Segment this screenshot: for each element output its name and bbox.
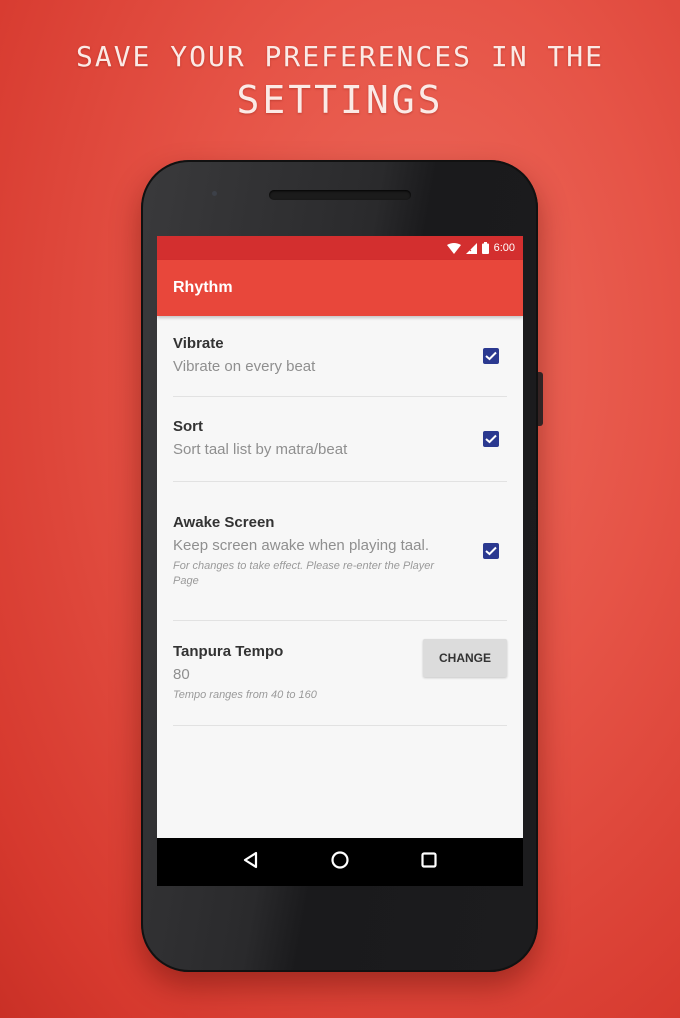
pref-sort-text: Sort Sort taal list by matra/beat — [173, 418, 483, 461]
pref-summary: Sort taal list by matra/beat — [173, 440, 348, 458]
tempo-value: 80 — [173, 666, 190, 683]
earpiece-speaker — [269, 190, 411, 200]
wifi-icon — [446, 242, 461, 254]
phone-screen: 6:00 Rhythm Vibrate Vibrate on every bea… — [157, 236, 523, 886]
home-button[interactable] — [330, 850, 350, 875]
settings-list: Vibrate Vibrate on every beat Sort Sort … — [157, 316, 523, 726]
headline-line-1: SAVE YOUR PREFERENCES IN THE — [75, 40, 604, 73]
cell-signal-icon — [465, 242, 477, 254]
headline-line-2: SETTINGS — [236, 78, 444, 122]
back-button[interactable] — [242, 851, 260, 874]
pref-tempo-text: Tanpura Tempo 80 Tempo ranges from 40 to… — [173, 643, 423, 703]
battery-icon — [481, 242, 489, 254]
check-icon — [485, 434, 497, 444]
front-camera — [212, 191, 217, 196]
pref-vibrate-text: Vibrate Vibrate on every beat — [173, 335, 483, 378]
back-icon — [243, 851, 258, 868]
pref-sort[interactable]: Sort Sort taal list by matra/beat — [173, 397, 507, 482]
pref-summary: Keep screen awake when playing taal. — [173, 536, 429, 554]
app-title: Rhythm — [173, 279, 233, 296]
status-time: 6:00 — [493, 242, 515, 254]
pref-title: Sort — [173, 417, 203, 435]
app-bar: Rhythm — [157, 260, 523, 316]
nav-bar — [157, 838, 523, 886]
pref-title: Awake Screen — [173, 513, 275, 531]
check-icon — [485, 351, 497, 361]
pref-summary: Vibrate on every beat — [173, 357, 316, 375]
tempo-note: Tempo ranges from 40 to 160 — [173, 689, 317, 701]
vibrate-checkbox[interactable] — [483, 348, 499, 364]
promo-headline: SAVE YOUR PREFERENCES IN THE SETTINGS — [0, 38, 680, 124]
change-tempo-button[interactable]: CHANGE — [423, 639, 507, 677]
sort-checkbox[interactable] — [483, 431, 499, 447]
phone-frame: 6:00 Rhythm Vibrate Vibrate on every bea… — [141, 160, 538, 972]
pref-note: For changes to take effect. Please re-en… — [173, 559, 435, 587]
recents-button[interactable] — [420, 851, 438, 874]
pref-title: Tanpura Tempo — [173, 643, 284, 660]
pref-awake-text: Awake Screen Keep screen awake when play… — [173, 514, 483, 589]
awake-screen-checkbox[interactable] — [483, 543, 499, 559]
home-icon — [331, 850, 349, 869]
pref-vibrate[interactable]: Vibrate Vibrate on every beat — [173, 316, 507, 397]
status-bar: 6:00 — [157, 236, 523, 260]
recents-icon — [421, 851, 437, 868]
pref-awake-screen[interactable]: Awake Screen Keep screen awake when play… — [173, 482, 507, 621]
pref-title: Vibrate — [173, 334, 224, 352]
check-icon — [485, 546, 497, 556]
pref-tanpura-tempo: Tanpura Tempo 80 Tempo ranges from 40 to… — [173, 621, 507, 726]
